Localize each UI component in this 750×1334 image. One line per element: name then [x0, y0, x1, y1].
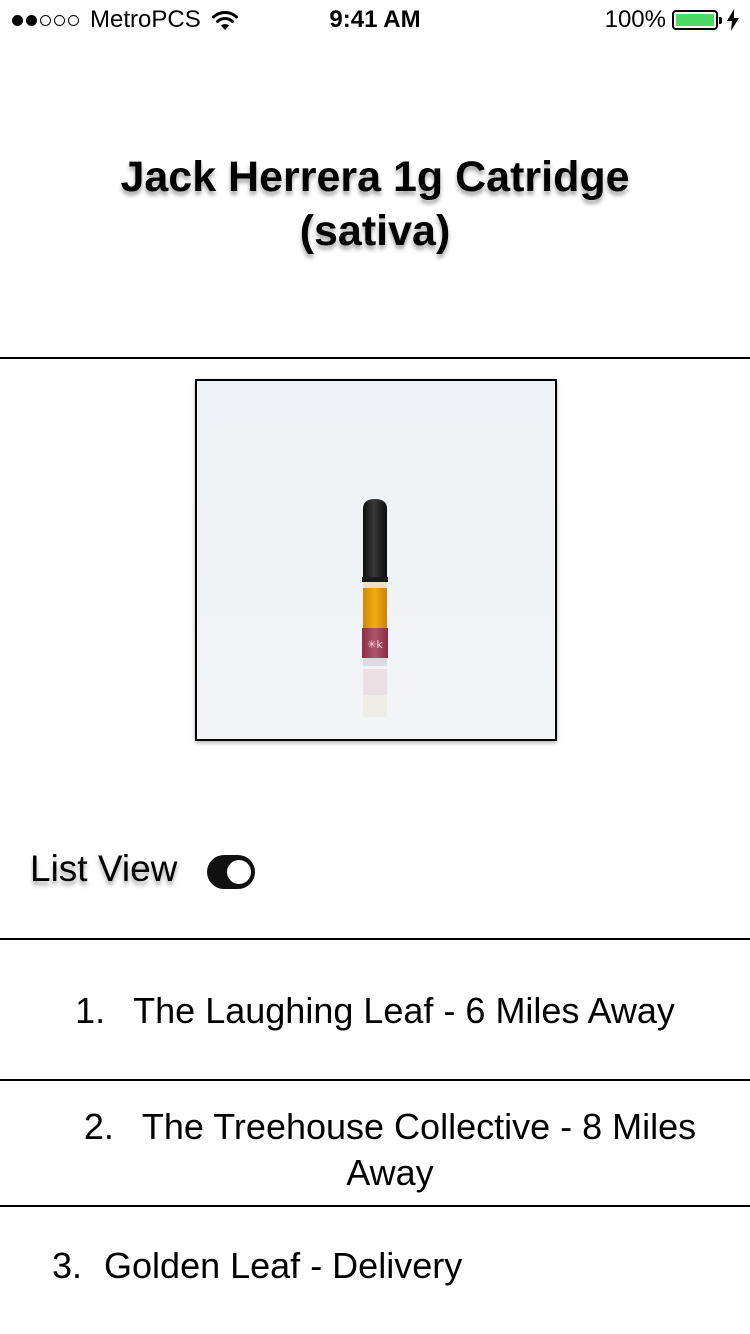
- charging-bolt-icon: [727, 9, 739, 31]
- list-divider: [0, 1205, 750, 1207]
- list-divider: [0, 1079, 750, 1081]
- product-image: ✳k: [195, 379, 557, 741]
- vape-cartridge-image: ✳k: [197, 381, 555, 739]
- product-title-line-2: (sativa): [299, 207, 451, 255]
- status-bar: MetroPCS 9:41 AM 100%: [0, 0, 750, 40]
- battery-fill: [676, 14, 714, 26]
- location-number: 2.: [83, 1106, 114, 1147]
- location-number: 1.: [75, 990, 106, 1031]
- list-view-toggle[interactable]: [207, 855, 255, 889]
- list-top-divider: [0, 938, 750, 940]
- battery-icon: [672, 10, 722, 30]
- location-text: The Treehouse Collective - 8 Miles Away: [141, 1106, 697, 1193]
- location-text: Golden Leaf - Delivery: [104, 1245, 463, 1286]
- title-divider: [0, 357, 750, 359]
- location-text: The Laughing Leaf - 6 Miles Away: [133, 990, 675, 1031]
- location-row-1[interactable]: 1. The Laughing Leaf - 6 Miles Away: [0, 988, 750, 1034]
- status-bar-right: 100%: [605, 6, 740, 34]
- toggle-knob: [227, 860, 251, 884]
- product-title: Jack Herrera 1g Catridge (sativa): [40, 150, 710, 258]
- battery-percentage: 100%: [604, 6, 666, 33]
- location-row-3[interactable]: 3. Golden Leaf - Delivery: [0, 1243, 750, 1289]
- location-row-2-text: 2. The Treehouse Collective - 8 Miles Awa…: [60, 1104, 720, 1196]
- location-number: 3.: [52, 1245, 83, 1286]
- list-view-label: List View: [30, 848, 178, 889]
- location-row-2[interactable]: 2. The Treehouse Collective - 8 Miles Awa…: [0, 1104, 750, 1196]
- product-title-line-1: Jack Herrera 1g Catridge: [120, 153, 630, 201]
- svg-text:✳k: ✳k: [367, 638, 383, 651]
